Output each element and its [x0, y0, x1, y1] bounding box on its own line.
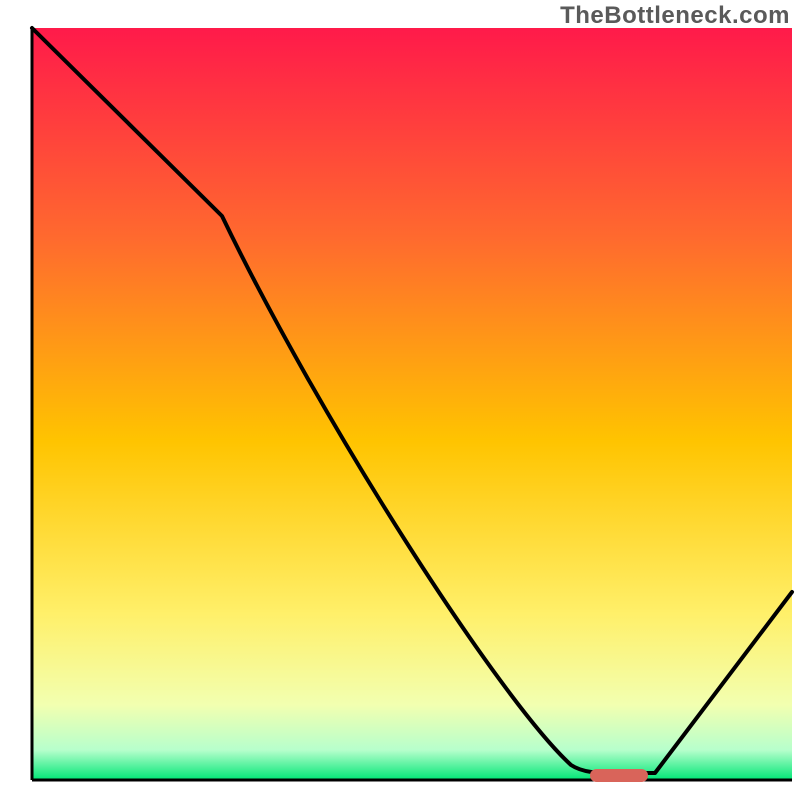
chart-container: TheBottleneck.com — [0, 0, 800, 800]
optimal-marker — [590, 769, 648, 782]
plot-area — [32, 28, 792, 782]
watermark-text: TheBottleneck.com — [560, 2, 790, 30]
bottleneck-chart — [0, 0, 800, 800]
